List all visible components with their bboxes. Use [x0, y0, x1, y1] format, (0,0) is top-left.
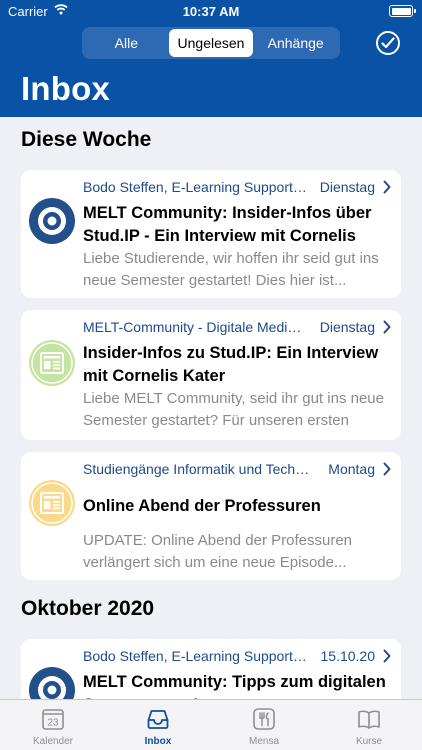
- inbox-icon: [147, 710, 169, 729]
- tab-label: Mensa: [248, 736, 279, 747]
- message-sender: Studiengänge Informatik und Technische I…: [83, 461, 315, 477]
- message-subject: MELT Community: Insider-Infos über Stud.…: [83, 204, 372, 245]
- message-sender: Bodo Steffen, E-Learning Support, Center…: [83, 648, 307, 664]
- message-card[interactable]: Bodo Steffen, E-Learning Support, Center…: [21, 170, 401, 298]
- message-sender: Bodo Steffen, E-Learning Support, Center…: [83, 179, 307, 195]
- message-sender: MELT-Community - Digitale Medien in Lehr…: [83, 319, 307, 335]
- tab-kalender[interactable]: 23 Kalender: [23, 700, 83, 750]
- tab-label: Kurse: [355, 736, 383, 747]
- news-icon: [29, 340, 75, 386]
- message-date: Dienstag: [319, 179, 375, 195]
- tab-inbox[interactable]: Inbox: [128, 700, 188, 750]
- mark-all-read-button[interactable]: [376, 31, 400, 55]
- chevron-right-icon: [383, 462, 391, 476]
- chevron-right-icon: [383, 649, 391, 663]
- chevron-right-icon: [383, 180, 391, 194]
- news-icon: [29, 480, 75, 526]
- message-date: Montag: [328, 461, 375, 477]
- tab-kurse[interactable]: Kurse: [339, 700, 399, 750]
- clock: 10:37 AM: [182, 4, 240, 19]
- tab-mensa[interactable]: Mensa: [234, 700, 294, 750]
- battery-icon: [389, 5, 416, 17]
- segment-anhaenge[interactable]: Anhänge: [253, 29, 338, 57]
- segment-alle[interactable]: Alle: [84, 29, 169, 57]
- calendar-icon: 23: [42, 709, 64, 730]
- status-bar: Carrier 10:37 AM: [0, 0, 422, 22]
- segment-ungelesen[interactable]: Ungelesen: [168, 29, 254, 57]
- message-date: 15.10.20: [320, 648, 376, 664]
- tab-label: Kalender: [32, 736, 74, 747]
- message-card[interactable]: MELT-Community - Digitale Medien in Lehr…: [21, 310, 401, 440]
- page-title: Inbox: [21, 70, 110, 107]
- message-subject: Online Abend der Professuren: [83, 497, 321, 515]
- book-icon: [358, 710, 380, 729]
- calendar-badge: 23: [47, 718, 59, 729]
- chevron-right-icon: [383, 320, 391, 334]
- cutlery-icon: [253, 708, 275, 730]
- message-preview: UPDATE: Online Abend der Professuren ver…: [83, 532, 353, 571]
- filter-segmented-control: Alle Ungelesen Anhänge: [82, 27, 340, 59]
- tab-label: Inbox: [144, 736, 172, 747]
- section-header-october-2020: Oktober 2020: [21, 597, 155, 620]
- message-preview: Liebe Studierende, wir hoffen ihr seid g…: [83, 250, 379, 289]
- checkmark-icon: [381, 37, 395, 49]
- tab-bar: 23 Kalender Inbox Mensa Kurse: [0, 699, 422, 750]
- top-header: Carrier 10:37 AM Alle Ungelesen Anhänge …: [0, 0, 422, 117]
- section-header-this-week: Diese Woche: [21, 128, 152, 151]
- avatar-icon: [29, 198, 75, 244]
- message-subject: Insider-Infos zu Stud.IP: Ein Interview …: [83, 344, 379, 385]
- message-card[interactable]: Studiengänge Informatik und Technische I…: [21, 452, 401, 580]
- message-date: Dienstag: [319, 319, 375, 335]
- message-preview: Liebe MELT Community, seid ihr gut ins n…: [83, 390, 384, 429]
